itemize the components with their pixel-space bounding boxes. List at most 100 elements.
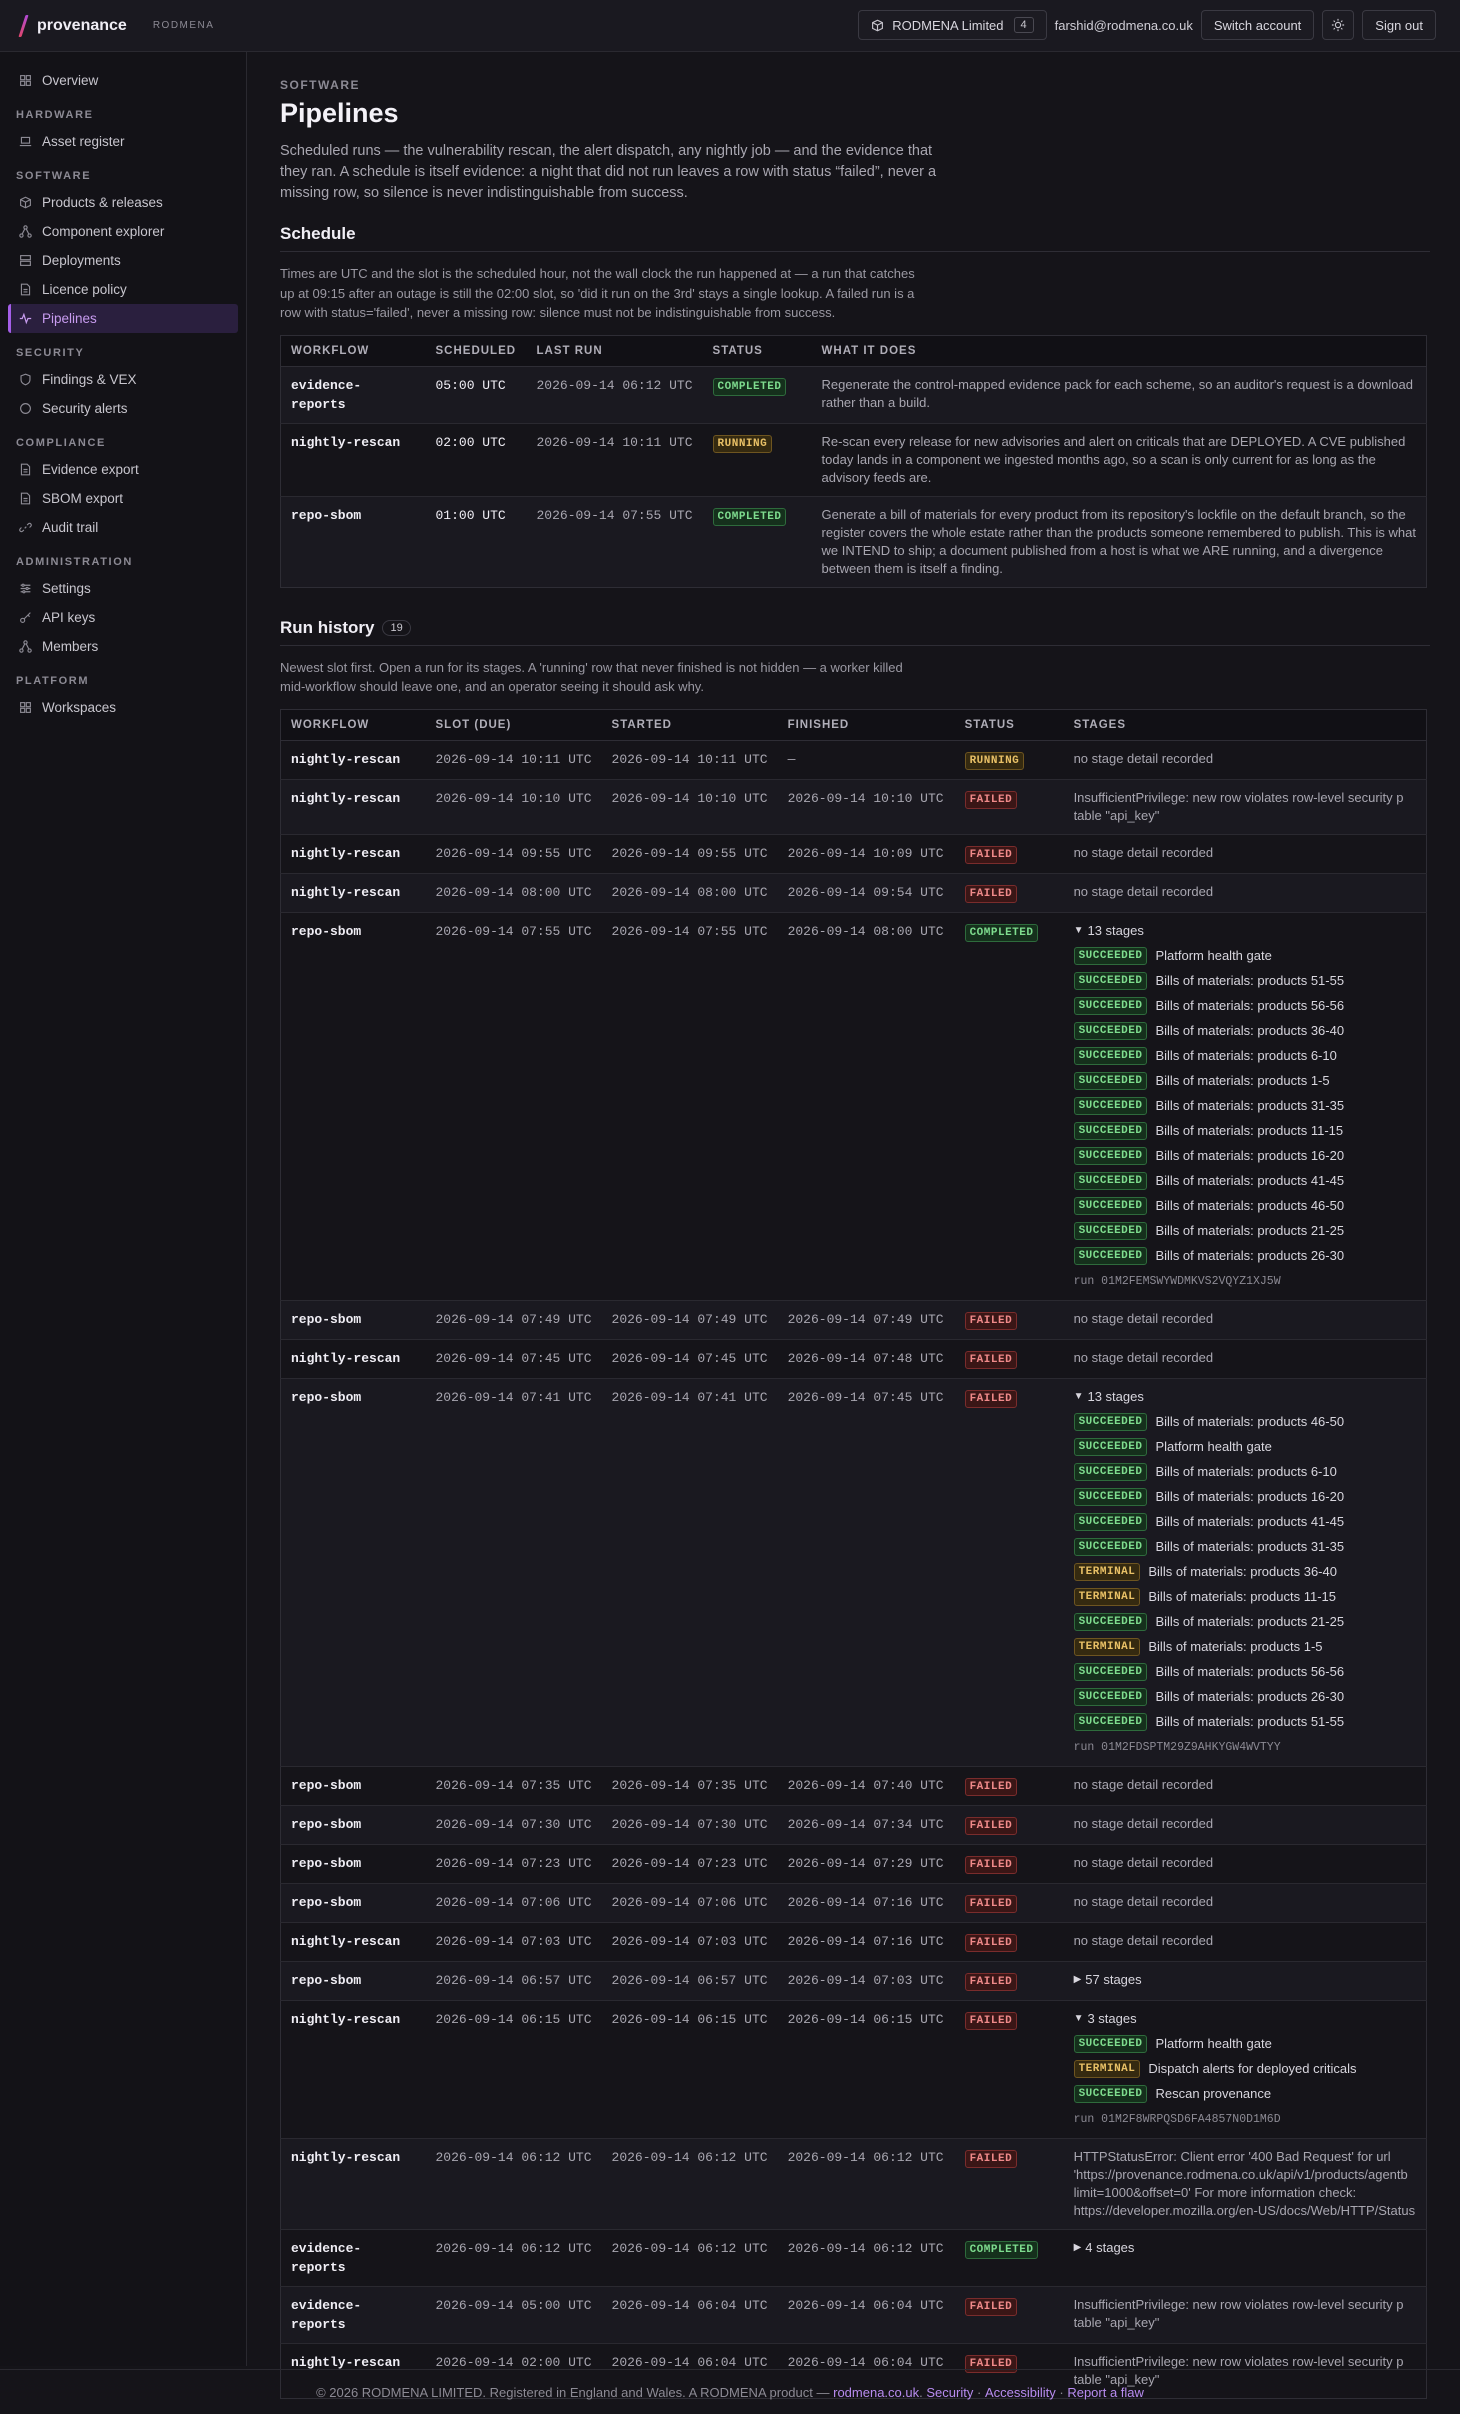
sidebar-item-audit-trail[interactable]: Audit trail [8, 513, 238, 542]
table-row[interactable]: evidence-reports 2026-09-14 06:12 UTC 2026… [280, 2228, 1427, 2286]
footer-separator: · [1059, 2384, 1064, 2400]
table-row[interactable]: repo-sbom 2026-09-14 07:55 UTC 2026-09-14 … [280, 911, 1427, 1300]
stage-name: Bills of materials: products 31-35 [1155, 1539, 1345, 1554]
scheduled-time: 01:00 UTC [435, 507, 506, 523]
stages-toggle[interactable]: ▼ 13 stages [1074, 1388, 1416, 1406]
slot-time: 2026-09-14 06:12 UTC [435, 2240, 592, 2256]
sidebar-item-label: Security alerts [42, 401, 128, 416]
stage-name: Bills of materials: products 1-5 [1148, 1639, 1323, 1654]
stage-item: SUCCEEDED Bills of materials: products 1-… [1073, 1069, 1416, 1094]
table-row[interactable]: evidence-reports 2026-09-14 05:00 UTC 2026… [280, 2285, 1427, 2343]
table-row[interactable]: repo-sbom 2026-09-14 06:57 UTC 2026-09-14 … [280, 1960, 1427, 2000]
workflow-name: nightly-rescan [291, 2354, 401, 2370]
stage-status-badge: SUCCEEDED [1073, 1713, 1148, 1731]
switch-account-button[interactable]: Switch account [1200, 10, 1315, 40]
theme-toggle-button[interactable] [1322, 10, 1355, 40]
last-run-cell: 2026-09-14 06:12 UTC [526, 365, 703, 423]
stages-toggle[interactable]: ▼ 13 stages [1074, 922, 1416, 940]
table-row[interactable]: nightly-rescan 2026-09-14 09:55 UTC 2026-0… [280, 833, 1427, 873]
last-run-time: 2026-09-14 06:12 UTC [536, 377, 693, 393]
sidebar-item-pipelines[interactable]: Pipelines [8, 304, 238, 333]
sidebar-item-licence-policy[interactable]: Licence policy [8, 275, 238, 304]
stage-status-badge: SUCCEEDED [1073, 1097, 1148, 1115]
stage-status-badge: TERMINAL [1073, 2060, 1141, 2078]
schedule-heading: Schedule [280, 224, 356, 243]
finished-cell: 2026-09-14 07:45 UTC [777, 1377, 955, 1766]
table-row[interactable]: repo-sbom 2026-09-14 07:06 UTC 2026-09-14 … [280, 1882, 1427, 1922]
stage-status-badge: SUCCEEDED [1073, 1513, 1148, 1531]
stage-item: SUCCEEDED Bills of materials: products 31… [1073, 1094, 1416, 1119]
workflow-name: evidence-reports [291, 2297, 362, 2332]
sidebar-item-settings[interactable]: Settings [8, 574, 238, 603]
sidebar-item-evidence-export[interactable]: Evidence export [8, 455, 238, 484]
stage-item: TERMINAL Bills of materials: products 36-… [1073, 1560, 1416, 1585]
sidebar-item-products[interactable]: Products & releases [8, 188, 238, 217]
document-icon [18, 492, 32, 506]
status-cell: FAILED [954, 1960, 1064, 2000]
status-badge: COMPLETED [712, 377, 787, 396]
schedule-row[interactable]: repo-sbom 01:00 UTC 2026-09-14 07:55 UTC CO… [280, 495, 1427, 587]
table-row[interactable]: repo-sbom 2026-09-14 07:23 UTC 2026-09-14 … [280, 1843, 1427, 1883]
table-row[interactable]: repo-sbom 2026-09-14 07:30 UTC 2026-09-14 … [280, 1804, 1427, 1844]
status-badge: FAILED [964, 1311, 1018, 1330]
workflow-name: nightly-rescan [291, 2149, 401, 2165]
status-badge: FAILED [964, 2149, 1018, 2168]
table-row[interactable]: repo-sbom 2026-09-14 07:49 UTC 2026-09-14 … [280, 1299, 1427, 1339]
workspace-switcher[interactable]: RODMENA Limited 4 [858, 10, 1047, 40]
footer-link-rodmena[interactable]: rodmena.co.uk [833, 2385, 919, 2400]
finished-time: 2026-09-14 06:15 UTC [787, 2011, 944, 2027]
sidebar-item-asset-register[interactable]: Asset register [8, 127, 238, 156]
started-cell: 2026-09-14 06:04 UTC [601, 2285, 778, 2343]
stages-toggle[interactable]: ▶ 4 stages [1074, 2239, 1416, 2257]
sidebar-item-members[interactable]: Members [8, 632, 238, 661]
stage-item: TERMINAL Bills of materials: products 11-… [1073, 1585, 1416, 1610]
table-row[interactable]: nightly-rescan 2026-09-14 06:12 UTC 2026-0… [280, 2137, 1427, 2229]
brand[interactable]: provenance RODMENA [18, 14, 214, 37]
status-badge: FAILED [964, 1894, 1018, 1913]
sidebar-item-sbom-export[interactable]: SBOM export [8, 484, 238, 513]
workflow-name: repo-sbom [291, 923, 362, 939]
stage-item: SUCCEEDED Bills of materials: products 51… [1073, 969, 1416, 994]
stages-cell: no stage detail recorded [1063, 1338, 1427, 1378]
finished-cell: 2026-09-14 09:54 UTC [777, 872, 955, 912]
stage-item: SUCCEEDED Bills of materials: products 21… [1073, 1219, 1416, 1244]
stage-status-badge: SUCCEEDED [1073, 1247, 1148, 1265]
table-row[interactable]: repo-sbom 2026-09-14 07:35 UTC 2026-09-14 … [280, 1765, 1427, 1805]
stage-item: SUCCEEDED Bills of materials: products 6-… [1073, 1460, 1416, 1485]
sidebar-item-deployments[interactable]: Deployments [8, 246, 238, 275]
footer-link-accessibility[interactable]: Accessibility [985, 2385, 1056, 2400]
sidebar-item-security-alerts[interactable]: Security alerts [8, 394, 238, 423]
table-row[interactable]: repo-sbom 2026-09-14 07:41 UTC 2026-09-14 … [280, 1377, 1427, 1766]
table-row[interactable]: nightly-rescan 2026-09-14 08:00 UTC 2026-0… [280, 872, 1427, 912]
stage-item: SUCCEEDED Bills of materials: products 11… [1073, 1119, 1416, 1144]
workflow-name: nightly-rescan [291, 1350, 401, 1366]
sidebar-item-workspaces[interactable]: Workspaces [8, 693, 238, 722]
started-cell: 2026-09-14 07:30 UTC [601, 1804, 778, 1844]
stages-cell: ▼ 3 stages SUCCEEDED Platform health gate TE… [1063, 1999, 1427, 2138]
sidebar-item-component-explorer[interactable]: Component explorer [8, 217, 238, 246]
stage-detail-text: table "api_key" [1073, 2314, 1160, 2330]
table-row[interactable]: nightly-rescan 2026-09-14 07:45 UTC 2026-0… [280, 1338, 1427, 1378]
sidebar-item-api-keys[interactable]: API keys [8, 603, 238, 632]
stages-cell: no stage detail recorded [1063, 1299, 1427, 1339]
sidebar-item-findings[interactable]: Findings & VEX [8, 365, 238, 394]
stages-cell: no stage detail recorded [1063, 1882, 1427, 1922]
table-row[interactable]: nightly-rescan 2026-09-14 10:11 UTC 2026-0… [280, 739, 1427, 779]
schedule-row[interactable]: evidence-reports 05:00 UTC 2026-09-14 06:1… [280, 365, 1427, 423]
table-row[interactable]: nightly-rescan 2026-09-14 07:03 UTC 2026-0… [280, 1921, 1427, 1961]
stage-detail-text: HTTPStatusError: Client error '400 Bad R… [1073, 2148, 1391, 2164]
table-row[interactable]: nightly-rescan 2026-09-14 06:15 UTC 2026-0… [280, 1999, 1427, 2138]
footer-link-report-flaw[interactable]: Report a flaw [1067, 2385, 1144, 2400]
schedule-row[interactable]: nightly-rescan 02:00 UTC 2026-09-14 10:11 … [280, 422, 1427, 496]
stage-item: SUCCEEDED Bills of materials: products 31… [1073, 1535, 1416, 1560]
started-cell: 2026-09-14 06:12 UTC [601, 2228, 778, 2286]
sidebar-item-overview[interactable]: Overview [8, 66, 238, 95]
stages-toggle[interactable]: ▼ 3 stages [1074, 2010, 1416, 2028]
status-cell: COMPLETED [702, 495, 812, 587]
table-row[interactable]: nightly-rescan 2026-09-14 10:10 UTC 2026-0… [280, 778, 1427, 834]
sign-out-button[interactable]: Sign out [1362, 10, 1436, 40]
workflow-cell: nightly-rescan [280, 1921, 426, 1961]
stages-toggle[interactable]: ▶ 57 stages [1074, 1971, 1416, 1989]
workflow-cell: evidence-reports [280, 2285, 426, 2343]
footer-link-security[interactable]: Security [926, 2385, 973, 2400]
